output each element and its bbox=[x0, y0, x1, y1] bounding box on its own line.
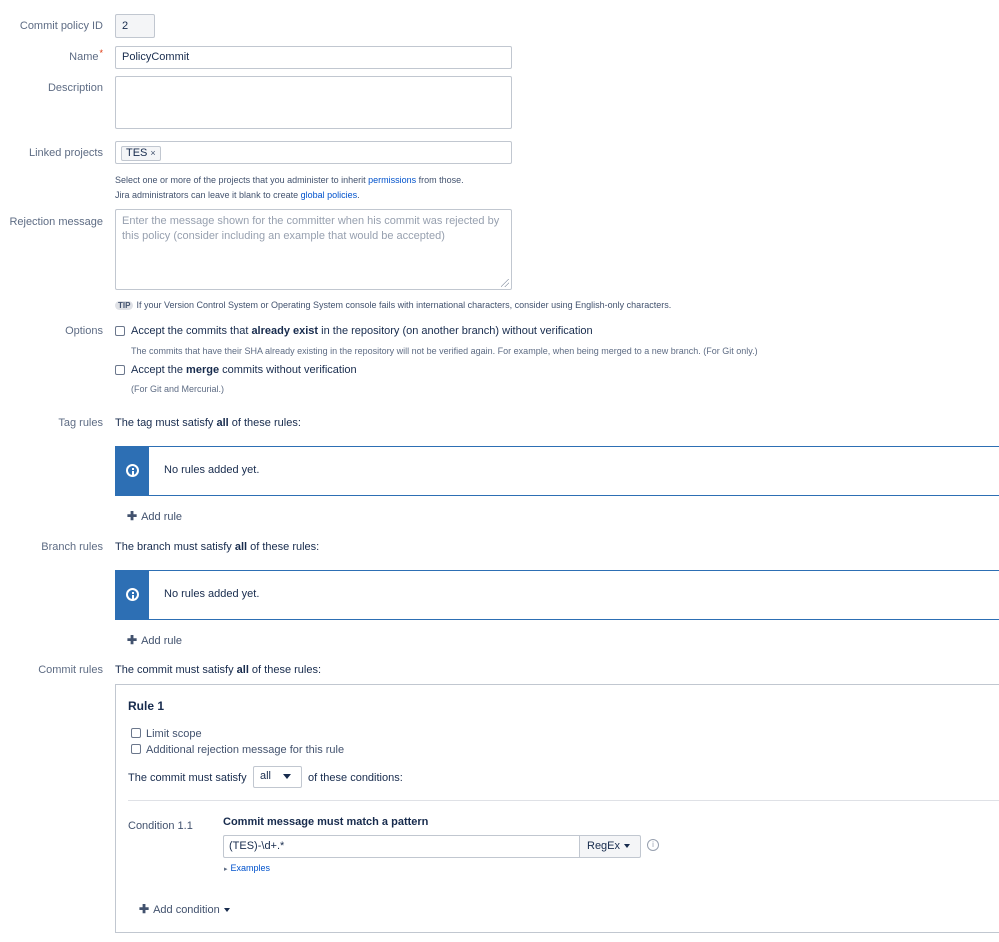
intro-bold: all bbox=[236, 664, 249, 676]
name-label-text: Name bbox=[69, 51, 99, 63]
plus-icon: ✚ bbox=[127, 509, 138, 523]
options-label: Options bbox=[65, 325, 103, 337]
add-condition-label: Add condition bbox=[153, 904, 220, 916]
rejection-message-placeholder: Enter the message shown for the committe… bbox=[122, 215, 503, 242]
intro-bold: all bbox=[216, 417, 229, 429]
examples-toggle[interactable]: ▸ Examples bbox=[224, 863, 270, 873]
intro-text: of these rules: bbox=[248, 664, 322, 676]
branch-add-rule-button[interactable]: ✚ Add rule bbox=[127, 633, 182, 647]
intro-text: of these rules: bbox=[228, 417, 301, 429]
project-chip-tes: TES × bbox=[121, 146, 161, 161]
policy-id-field: 2 bbox=[115, 14, 155, 38]
help-text: Select one or more of the projects that … bbox=[115, 175, 369, 185]
option-text: Accept the commits that bbox=[131, 325, 252, 337]
option-bold: already exist bbox=[251, 325, 319, 337]
tip-line: TIP If your Version Control System or Ope… bbox=[115, 298, 671, 313]
accept-existing-checkbox[interactable] bbox=[115, 326, 125, 336]
accept-existing-help: The commits that have their SHA already … bbox=[131, 346, 758, 356]
tag-rules-empty-text: No rules added yet. bbox=[164, 464, 260, 476]
add-rule-label: Add rule bbox=[141, 511, 183, 523]
intro-text: of these rules: bbox=[247, 541, 320, 553]
info-icon bbox=[126, 464, 139, 477]
linked-projects-input[interactable]: TES × bbox=[115, 141, 512, 164]
accept-merge-checkbox[interactable] bbox=[115, 365, 125, 375]
add-condition-button[interactable]: ✚ Add condition bbox=[139, 902, 230, 916]
policy-id-label: Commit policy ID bbox=[19, 20, 103, 32]
linked-projects-label: Linked projects bbox=[29, 147, 103, 159]
tag-rules-label: Tag rules bbox=[58, 417, 103, 429]
info-side bbox=[116, 447, 149, 495]
branch-rules-label: Branch rules bbox=[41, 541, 103, 553]
accept-merge-help: (For Git and Mercurial.) bbox=[131, 384, 225, 394]
option-text: in the repository (on another branch) wi… bbox=[318, 325, 593, 337]
rejection-message-label: Rejection message bbox=[9, 216, 103, 228]
tip-badge: TIP bbox=[115, 301, 134, 310]
pattern-type-dropdown[interactable]: RegEx bbox=[579, 835, 641, 858]
pattern-type-label: RegEx bbox=[587, 840, 621, 852]
name-input[interactable]: PolicyCommit bbox=[115, 46, 512, 69]
linked-projects-help-1: Select one or more of the projects that … bbox=[115, 173, 464, 188]
satisfy-pre-text: The commit must satisfy bbox=[128, 772, 247, 784]
project-chip-label: TES bbox=[126, 147, 148, 159]
additional-rejection-label: Additional rejection message for this ru… bbox=[146, 744, 345, 756]
info-side bbox=[116, 571, 149, 619]
linked-projects-help-2: Jira administrators can leave it blank t… bbox=[115, 188, 360, 203]
additional-rejection-checkbox[interactable] bbox=[131, 744, 141, 754]
chevron-down-icon bbox=[283, 773, 292, 779]
branch-rules-empty-text: No rules added yet. bbox=[164, 588, 260, 600]
plus-icon: ✚ bbox=[139, 902, 150, 916]
rejection-message-textarea[interactable]: Enter the message shown for the committe… bbox=[115, 209, 512, 290]
chevron-down-icon bbox=[223, 908, 230, 913]
satisfy-select-value: all bbox=[260, 770, 272, 782]
tag-rules-intro: The tag must satisfy all of these rules: bbox=[115, 417, 301, 429]
intro-text: The commit must satisfy bbox=[115, 664, 237, 676]
info-circle-icon[interactable]: i bbox=[647, 839, 659, 851]
satisfy-select[interactable]: all bbox=[253, 766, 302, 788]
accept-merge-label: Accept the merge commits without verific… bbox=[131, 364, 357, 376]
rule-title: Rule 1 bbox=[128, 699, 165, 713]
global-policies-link[interactable]: global policies bbox=[301, 190, 358, 200]
add-rule-label: Add rule bbox=[141, 635, 183, 647]
help-text: from those. bbox=[416, 175, 464, 185]
permissions-link[interactable]: permissions bbox=[368, 175, 416, 185]
commit-rules-label: Commit rules bbox=[38, 664, 103, 676]
name-label: Name* bbox=[69, 48, 103, 63]
help-text: . bbox=[357, 190, 360, 200]
chevron-down-icon bbox=[624, 844, 631, 849]
branch-rules-empty-message: No rules added yet. bbox=[115, 570, 999, 620]
satisfy-post-text: of these conditions: bbox=[308, 772, 403, 784]
tag-add-rule-button[interactable]: ✚ Add rule bbox=[127, 509, 182, 523]
resize-grip-icon[interactable] bbox=[501, 279, 509, 287]
help-text: Jira administrators can leave it blank t… bbox=[115, 190, 301, 200]
condition-label: Condition 1.1 bbox=[128, 820, 193, 832]
accept-existing-label: Accept the commits that already exist in… bbox=[131, 325, 593, 337]
limit-scope-checkbox[interactable] bbox=[131, 728, 141, 738]
commit-rules-intro: The commit must satisfy all of these rul… bbox=[115, 664, 321, 676]
option-bold: merge bbox=[186, 364, 220, 376]
description-textarea[interactable] bbox=[115, 76, 512, 129]
intro-text: The branch must satisfy bbox=[115, 541, 235, 553]
intro-text: The tag must satisfy bbox=[115, 417, 217, 429]
intro-bold: all bbox=[234, 541, 248, 553]
divider bbox=[128, 800, 999, 801]
commit-rule-1: Rule 1 Limit scope Additional rejection … bbox=[115, 684, 999, 933]
remove-chip-icon[interactable]: × bbox=[150, 148, 155, 158]
option-text: Accept the bbox=[131, 364, 187, 376]
condition-title: Commit message must match a pattern bbox=[223, 816, 429, 828]
plus-icon: ✚ bbox=[127, 633, 138, 647]
tag-rules-empty-message: No rules added yet. bbox=[115, 446, 999, 496]
required-mark: * bbox=[99, 48, 103, 58]
description-label: Description bbox=[47, 82, 103, 94]
info-icon bbox=[126, 588, 139, 601]
limit-scope-label: Limit scope bbox=[146, 728, 202, 740]
expand-arrow-icon: ▸ bbox=[224, 866, 228, 873]
branch-rules-intro: The branch must satisfy all of these rul… bbox=[115, 541, 319, 553]
pattern-input[interactable]: (TES)-\d+.* bbox=[223, 835, 579, 858]
examples-link: Examples bbox=[230, 863, 271, 873]
option-text: commits without verification bbox=[219, 364, 357, 376]
tip-text: If your Version Control System or Operat… bbox=[136, 300, 672, 310]
